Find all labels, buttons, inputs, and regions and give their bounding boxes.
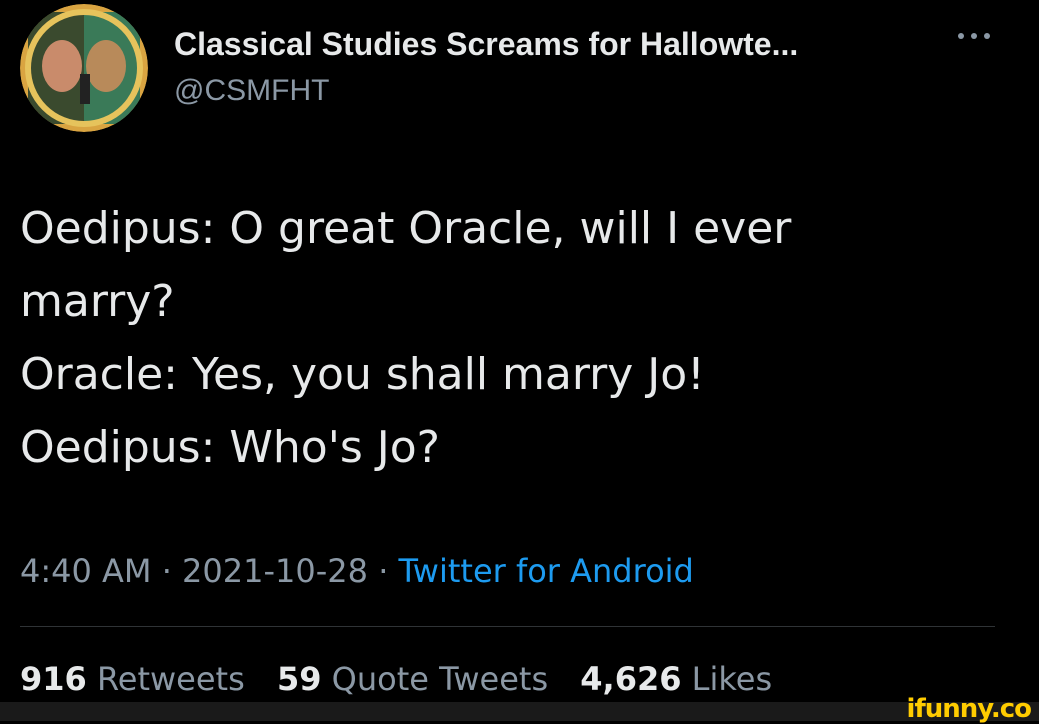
retweets-count: 916 <box>20 660 87 698</box>
watermark-bar <box>0 702 1039 721</box>
tweet-stats: 916 Retweets 59 Quote Tweets 4,626 Likes <box>20 660 794 698</box>
tweet-text: Oedipus: O great Oracle, will I ever mar… <box>20 192 920 484</box>
tweet-line: Oedipus: O great Oracle, will I ever <box>20 203 792 254</box>
quote-tweets-label: Quote Tweets <box>331 660 549 698</box>
tweet-date[interactable]: 2021-10-28 <box>182 552 368 590</box>
display-name[interactable]: Classical Studies Screams for Hallowte..… <box>174 26 798 63</box>
tweet-line: Oracle: Yes, you shall marry Jo! <box>20 349 705 400</box>
retweets-label: Retweets <box>96 660 245 698</box>
meta-separator: · <box>378 552 389 590</box>
ifunny-watermark: ifunny.co <box>906 694 1032 724</box>
quote-tweets-stat[interactable]: 59 Quote Tweets <box>277 660 548 698</box>
avatar[interactable] <box>20 4 148 132</box>
meta-separator: · <box>161 552 172 590</box>
tweet-line: marry? <box>20 276 175 327</box>
retweets-stat[interactable]: 916 Retweets <box>20 660 245 698</box>
tweet-time[interactable]: 4:40 AM <box>20 552 152 590</box>
tweet-source-link[interactable]: Twitter for Android <box>399 552 694 590</box>
tweet-line: Oedipus: Who's Jo? <box>20 422 440 473</box>
tweet-meta: 4:40 AM · 2021-10-28 · Twitter for Andro… <box>20 552 694 590</box>
likes-stat[interactable]: 4,626 Likes <box>580 660 772 698</box>
more-horizontal-icon[interactable] <box>954 22 994 50</box>
likes-label: Likes <box>691 660 773 698</box>
user-handle: @CSMFHT <box>174 74 330 107</box>
divider <box>20 626 995 627</box>
quote-tweets-count: 59 <box>276 660 322 698</box>
likes-count: 4,626 <box>580 660 682 698</box>
